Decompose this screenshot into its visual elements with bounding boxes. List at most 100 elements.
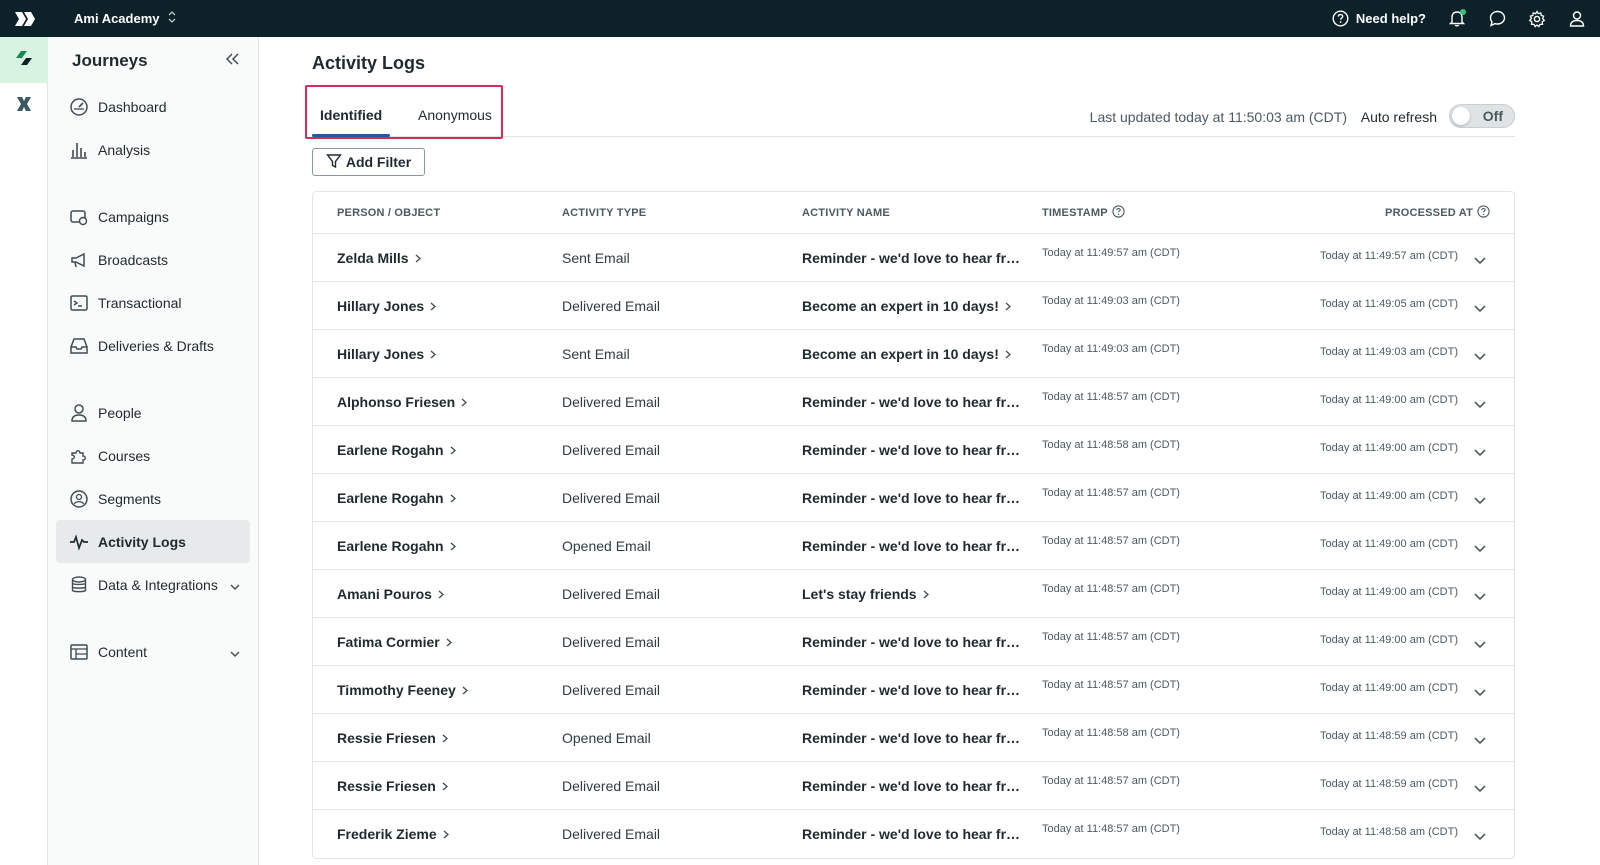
activity-name-link[interactable]: Reminder - we'd love to hear from you bbox=[802, 394, 1028, 410]
expand-row-icon[interactable] bbox=[1474, 539, 1486, 557]
expand-row-icon[interactable] bbox=[1474, 731, 1486, 749]
expand-row-icon[interactable] bbox=[1474, 683, 1486, 701]
expand-row-icon[interactable] bbox=[1474, 587, 1486, 605]
person-link[interactable]: Ressie Friesen bbox=[337, 730, 448, 746]
bell-icon[interactable] bbox=[1448, 8, 1466, 28]
table-row[interactable]: Timmothy Feeney Delivered Email Reminder -… bbox=[313, 666, 1514, 714]
activity-name-link[interactable]: Reminder - we'd love to hear from you bbox=[802, 442, 1028, 458]
chevron-right-icon bbox=[923, 586, 929, 602]
auto-refresh-toggle[interactable]: Off bbox=[1449, 104, 1515, 128]
rail-integrations[interactable] bbox=[0, 83, 48, 129]
sidebar-item-segments[interactable]: Segments bbox=[56, 477, 250, 520]
info-icon[interactable] bbox=[1477, 205, 1490, 221]
info-icon[interactable] bbox=[1112, 205, 1125, 221]
expand-row-icon[interactable] bbox=[1474, 491, 1486, 509]
inbox-icon bbox=[68, 335, 90, 357]
chevron-down-icon[interactable] bbox=[230, 644, 240, 660]
sidebar-item-content[interactable]: Content bbox=[56, 630, 250, 673]
sidebar-item-courses[interactable]: Courses bbox=[56, 434, 250, 477]
table-icon bbox=[68, 641, 90, 663]
person-link[interactable]: Amani Pouros bbox=[337, 586, 444, 602]
activity-type: Opened Email bbox=[562, 538, 651, 554]
person-link[interactable]: Timmothy Feeney bbox=[337, 682, 468, 698]
table-row[interactable]: Ressie Friesen Delivered Email Reminder - … bbox=[313, 762, 1514, 810]
processed-at: Today at 11:49:00 am (CDT) bbox=[1320, 682, 1458, 694]
activity-type: Sent Email bbox=[562, 250, 630, 266]
table-row[interactable]: Frederik Zieme Delivered Email Reminder - … bbox=[313, 810, 1514, 858]
processed-at: Today at 11:49:00 am (CDT) bbox=[1320, 538, 1458, 550]
table-row[interactable]: Earlene Rogahn Opened Email Reminder - we'… bbox=[313, 522, 1514, 570]
activity-name-link[interactable]: Reminder - we'd love to hear from you bbox=[802, 826, 1028, 842]
rail-journeys[interactable] bbox=[0, 37, 48, 83]
sidebar-item-label: Courses bbox=[98, 447, 151, 464]
person-link[interactable]: Fatima Cormier bbox=[337, 634, 452, 650]
activity-name-link[interactable]: Reminder - we'd love to hear from you bbox=[802, 634, 1028, 650]
sidebar-item-broadcasts[interactable]: Broadcasts bbox=[56, 238, 250, 281]
person-link[interactable]: Earlene Rogahn bbox=[337, 490, 456, 506]
activity-type: Sent Email bbox=[562, 346, 630, 362]
expand-row-icon[interactable] bbox=[1474, 395, 1486, 413]
expand-row-icon[interactable] bbox=[1474, 347, 1486, 365]
need-help-button[interactable]: Need help? bbox=[1332, 10, 1426, 28]
sidebar-item-activity-logs[interactable]: Activity Logs bbox=[56, 520, 250, 563]
person-link[interactable]: Frederik Zieme bbox=[337, 826, 449, 842]
activity-table: PERSON / OBJECT ACTIVITY TYPE ACTIVITY N… bbox=[312, 191, 1515, 859]
sidebar-item-campaigns[interactable]: Campaigns bbox=[56, 195, 250, 238]
logo-icon[interactable] bbox=[0, 0, 48, 37]
gear-icon[interactable] bbox=[1528, 9, 1546, 28]
person-link[interactable]: Earlene Rogahn bbox=[337, 442, 456, 458]
table-row[interactable]: Ressie Friesen Opened Email Reminder - we'… bbox=[313, 714, 1514, 762]
add-filter-button[interactable]: Add Filter bbox=[312, 148, 425, 176]
timestamp: Today at 11:48:57 am (CDT) bbox=[1042, 679, 1180, 691]
activity-name-link[interactable]: Reminder - we'd love to hear from you bbox=[802, 682, 1028, 698]
chat-icon[interactable] bbox=[1488, 10, 1506, 28]
table-row[interactable]: Earlene Rogahn Delivered Email Reminder - … bbox=[313, 474, 1514, 522]
table-row[interactable]: Alphonso Friesen Delivered Email Reminder … bbox=[313, 378, 1514, 426]
activity-name-link[interactable]: Reminder - we'd love to hear from you bbox=[802, 538, 1028, 554]
user-icon[interactable] bbox=[1568, 10, 1586, 28]
top-bar: Ami Academy Need help? bbox=[0, 0, 1600, 37]
activity-name-link[interactable]: Reminder - we'd love to hear from you bbox=[802, 250, 1028, 266]
sidebar-item-transactional[interactable]: Transactional bbox=[56, 281, 250, 324]
activity-name-link[interactable]: Reminder - we'd love to hear from you bbox=[802, 730, 1028, 746]
sidebar-item-label: Dashboard bbox=[98, 98, 167, 115]
table-row[interactable]: Hillary Jones Delivered Email Become an ex… bbox=[313, 282, 1514, 330]
table-row[interactable]: Hillary Jones Sent Email Become an expert … bbox=[313, 330, 1514, 378]
expand-row-icon[interactable] bbox=[1474, 635, 1486, 653]
expand-row-icon[interactable] bbox=[1474, 299, 1486, 317]
tab-identified[interactable]: Identified bbox=[320, 107, 382, 123]
sidebar-item-data-integrations[interactable]: Data & Integrations bbox=[56, 563, 250, 606]
activity-name-link[interactable]: Reminder - we'd love to hear from you bbox=[802, 490, 1028, 506]
expand-row-icon[interactable] bbox=[1474, 443, 1486, 461]
activity-name-link[interactable]: Let's stay friends bbox=[802, 586, 929, 602]
sidebar-item-deliveries-drafts[interactable]: Deliveries & Drafts bbox=[56, 324, 250, 367]
activity-type: Delivered Email bbox=[562, 394, 661, 410]
need-help-label: Need help? bbox=[1355, 11, 1426, 26]
chevron-down-icon[interactable] bbox=[230, 577, 240, 593]
person-link[interactable]: Hillary Jones bbox=[337, 346, 437, 362]
collapse-sidebar-icon[interactable] bbox=[225, 52, 240, 70]
sidebar-item-dashboard[interactable]: Dashboard bbox=[56, 85, 250, 128]
table-row[interactable]: Fatima Cormier Delivered Email Reminder - … bbox=[313, 618, 1514, 666]
table-row[interactable]: Amani Pouros Delivered Email Let's stay fr… bbox=[313, 570, 1514, 618]
expand-row-icon[interactable] bbox=[1474, 251, 1486, 269]
person-link[interactable]: Alphonso Friesen bbox=[337, 394, 468, 410]
add-filter-label: Add Filter bbox=[345, 154, 412, 170]
table-row[interactable]: Earlene Rogahn Delivered Email Reminder - … bbox=[313, 426, 1514, 474]
person-link[interactable]: Earlene Rogahn bbox=[337, 538, 456, 554]
sidebar-item-analysis[interactable]: Analysis bbox=[56, 128, 250, 171]
activity-name-link[interactable]: Become an expert in 10 days! bbox=[802, 346, 1011, 362]
expand-row-icon[interactable] bbox=[1474, 779, 1486, 797]
journeys-icon bbox=[14, 49, 34, 72]
person-link[interactable]: Ressie Friesen bbox=[337, 778, 448, 794]
chevron-right-icon bbox=[1005, 346, 1011, 362]
person-link[interactable]: Hillary Jones bbox=[337, 298, 437, 314]
workspace-switcher[interactable]: Ami Academy bbox=[74, 11, 176, 26]
tab-anonymous[interactable]: Anonymous bbox=[418, 107, 492, 123]
sidebar-item-people[interactable]: People bbox=[56, 391, 250, 434]
person-link[interactable]: Zelda Mills bbox=[337, 250, 421, 266]
activity-name-link[interactable]: Reminder - we'd love to hear from you bbox=[802, 778, 1028, 794]
expand-row-icon[interactable] bbox=[1474, 827, 1486, 845]
activity-name-link[interactable]: Become an expert in 10 days! bbox=[802, 298, 1011, 314]
table-row[interactable]: Zelda Mills Sent Email Reminder - we'd lov… bbox=[313, 234, 1514, 282]
